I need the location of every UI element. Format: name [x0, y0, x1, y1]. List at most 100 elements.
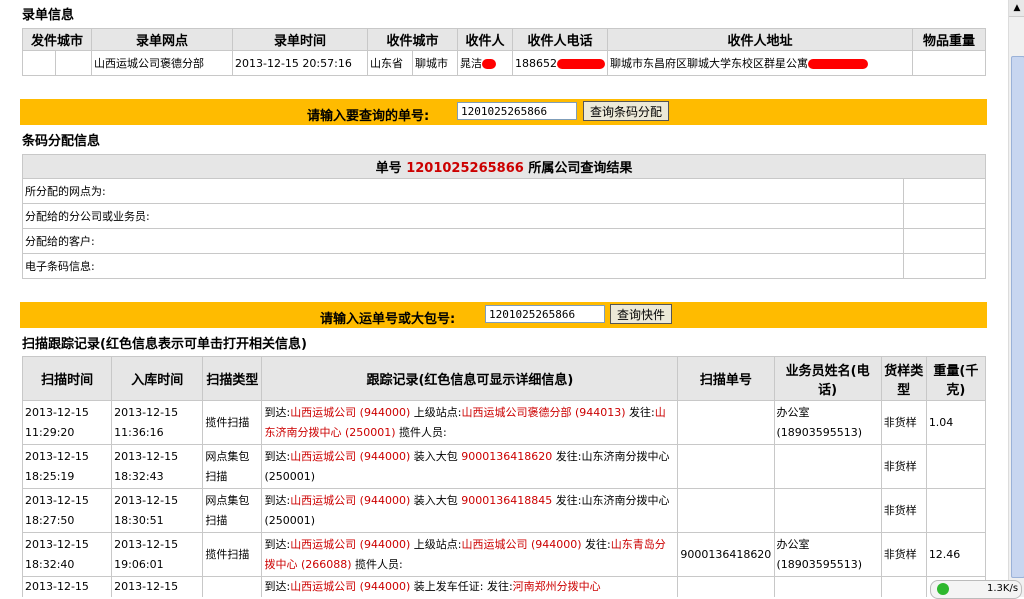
- record-address: 聊城市东昌府区聊城大学东校区群星公寓: [610, 57, 808, 70]
- weight: [925, 444, 987, 489]
- col-header: 跟踪记录(红色信息可显示详细信息): [261, 356, 679, 401]
- in-time: 2013-12-15 19:06:01: [111, 532, 204, 577]
- track-link[interactable]: 山西运城公司 (944000): [290, 406, 410, 419]
- in-time: 2013-12-15 18:32:43: [111, 444, 204, 489]
- vertical-scrollbar[interactable]: ▲: [1008, 0, 1024, 597]
- network-speed-badge: 1.3K/s: [930, 580, 1022, 599]
- track-link[interactable]: 山西运城公司 (944000): [290, 450, 410, 463]
- col-header: 发件城市: [22, 28, 92, 51]
- track-link[interactable]: 9000136418620: [461, 450, 552, 463]
- assign-header-number[interactable]: 1201025265866: [406, 161, 524, 176]
- col-header: 收件人地址: [607, 28, 913, 51]
- scan-time: 2013-12-15 11:29:20: [21, 400, 113, 445]
- track-link[interactable]: 河南郑州分拨中心: [513, 580, 601, 593]
- scan-type: 揽件扫描: [202, 400, 263, 445]
- redaction-mark: [808, 59, 868, 69]
- table-row: 山西运城公司褒德分部 2013-12-15 20:57:16 山东省 聊城市 晁…: [22, 50, 986, 76]
- scan-time: 2013-12-15 18:25:19: [21, 444, 113, 489]
- staff-name: 办公室 (18903595513): [773, 532, 882, 577]
- col-header: 入库时间: [111, 356, 204, 401]
- record-city: 聊城市: [412, 50, 458, 76]
- col-header: 重量(千克): [925, 356, 987, 401]
- table-row: 2013-12-15 18:25:19 2013-12-15 18:32:43 …: [21, 444, 987, 489]
- col-header: 物品重量: [912, 28, 986, 51]
- record-section-title: 录单信息: [22, 8, 75, 23]
- assign-header-prefix: 单号: [375, 161, 402, 176]
- track-record: 到达:山西运城公司 (944000) 上级站点:山西运城公司 (944000) …: [261, 532, 679, 577]
- sample-type: 非货样: [880, 444, 927, 489]
- scan-number: [677, 400, 775, 445]
- table-row: 分配给的客户:: [22, 228, 986, 254]
- redaction-mark: [557, 58, 605, 69]
- assign-row-label: 分配给的分公司或业务员:: [22, 203, 904, 229]
- scan-time: 2013-12-15 18:27:50: [21, 488, 113, 533]
- track-link[interactable]: 山西运城公司褒德分部 (944013): [461, 406, 625, 419]
- record-phone: 188652: [515, 56, 557, 70]
- track-record: 到达:山西运城公司 (944000) 装上发车任证: 发往:河南郑州分拨中心: [261, 576, 679, 597]
- in-time: 2013-12-15 11:36:16: [111, 400, 204, 445]
- scan-number: 9000136418620: [677, 532, 775, 577]
- assign-row-label: 电子条码信息:: [22, 253, 904, 279]
- barcode-query-bar: 请输入要查询的单号: 查询条码分配: [20, 99, 987, 125]
- track-link[interactable]: 山西运城公司 (944000): [290, 580, 410, 593]
- shipment-query-button[interactable]: 查询快件: [610, 304, 673, 324]
- assign-row-label: 分配给的客户:: [22, 228, 904, 254]
- table-row: 2013-12-15 11:29:20 2013-12-15 11:36:16 …: [21, 400, 987, 445]
- table-row: 2013-12-15 2013-12-15 到达:山西运城公司 (944000)…: [21, 576, 987, 597]
- weight: 12.46: [925, 532, 987, 577]
- table-row: 电子条码信息:: [22, 253, 986, 279]
- staff-name: [773, 444, 882, 489]
- sample-type: 非货样: [880, 532, 927, 577]
- assign-header: 单号 1201025265866 所属公司查询结果: [22, 154, 986, 179]
- track-link[interactable]: 山西运城公司 (944000): [290, 538, 410, 551]
- staff-name: [773, 488, 882, 533]
- track-record: 到达:山西运城公司 (944000) 装入大包 9000136418620 发往…: [261, 444, 679, 489]
- col-header: 收件人: [457, 28, 513, 51]
- assign-header-suffix: 所属公司查询结果: [528, 161, 633, 176]
- barcode-query-input[interactable]: [457, 102, 577, 120]
- track-link[interactable]: 山西运城公司 (944000): [290, 494, 410, 507]
- barcode-query-label: 请输入要查询的单号:: [307, 109, 430, 124]
- record-time: 2013-12-15 20:57:16: [232, 50, 368, 76]
- scan-number: [677, 444, 775, 489]
- page-content: 录单信息 发件城市 录单网点 录单时间 收件城市 收件人 收件人电话 收件人地址…: [0, 0, 1008, 597]
- col-header: 收件城市: [367, 28, 458, 51]
- col-header: 扫描类型: [202, 356, 263, 401]
- scan-type: 网点集包扫描: [202, 488, 263, 533]
- track-link[interactable]: 9000136418845: [461, 494, 552, 507]
- record-receiver: 晁洁: [460, 57, 482, 70]
- scan-section-title: 扫描跟踪记录(红色信息表示可单击打开相关信息): [22, 337, 307, 352]
- col-header: 扫描单号: [677, 356, 775, 401]
- scrollbar-thumb[interactable]: [1011, 56, 1024, 578]
- record-province: 山东省: [367, 50, 413, 76]
- network-speed-text: 1.3K/s: [987, 583, 1019, 594]
- track-link[interactable]: 山西运城公司 (944000): [461, 538, 581, 551]
- record-table: 发件城市 录单网点 录单时间 收件城市 收件人 收件人电话 收件人地址 物品重量…: [22, 28, 986, 76]
- scan-table: 扫描时间 入库时间 扫描类型 跟踪记录(红色信息可显示详细信息) 扫描单号 业务…: [21, 356, 987, 597]
- sample-type: 非货样: [880, 400, 927, 445]
- weight: [925, 488, 987, 533]
- table-row: 所分配的网点为:: [22, 178, 986, 204]
- table-row: 分配给的分公司或业务员:: [22, 203, 986, 229]
- scan-type: 网点集包扫描: [202, 444, 263, 489]
- col-header: 业务员姓名(电话): [773, 356, 882, 401]
- scan-time: 2013-12-15 18:32:40: [21, 532, 113, 577]
- network-status-icon: [937, 583, 949, 595]
- shipment-query-bar: 请输入运单号或大包号: 查询快件: [20, 302, 987, 328]
- col-header: 扫描时间: [21, 356, 113, 401]
- col-header: 货样类型: [880, 356, 927, 401]
- staff-name: 办公室 (18903595513): [773, 400, 882, 445]
- weight: 1.04: [925, 400, 987, 445]
- assign-table: 单号 1201025265866 所属公司查询结果 所分配的网点为: 分配给的分…: [22, 154, 986, 279]
- col-header: 录单时间: [232, 28, 368, 51]
- in-time: 2013-12-15: [111, 576, 204, 597]
- scroll-up-arrow-icon[interactable]: ▲: [1009, 0, 1024, 17]
- barcode-query-button[interactable]: 查询条码分配: [583, 101, 670, 121]
- col-header: 录单网点: [91, 28, 233, 51]
- scan-type: 揽件扫描: [202, 532, 263, 577]
- scan-number: [677, 488, 775, 533]
- shipment-query-input[interactable]: [485, 305, 605, 323]
- table-row: 2013-12-15 18:32:40 2013-12-15 19:06:01 …: [21, 532, 987, 577]
- col-header: 收件人电话: [512, 28, 608, 51]
- table-row: 2013-12-15 18:27:50 2013-12-15 18:30:51 …: [21, 488, 987, 533]
